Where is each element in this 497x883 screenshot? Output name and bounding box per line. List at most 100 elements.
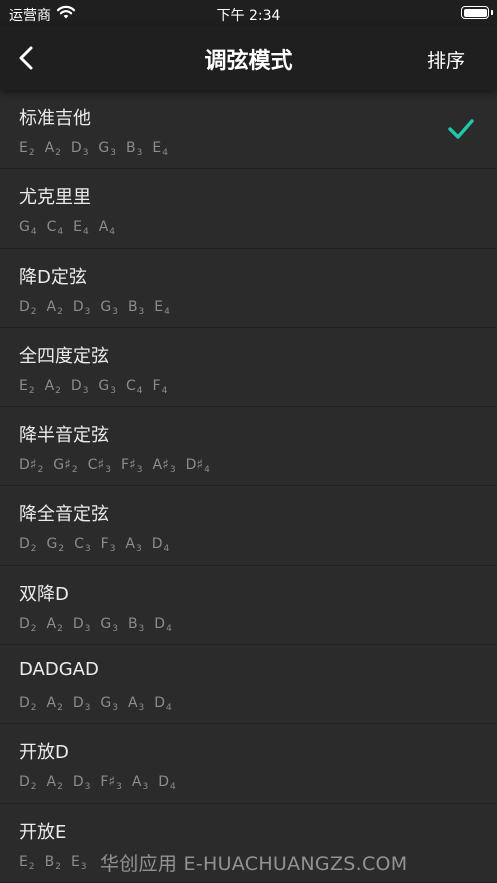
note-letter: D (19, 536, 30, 553)
tuning-item[interactable]: DADGAD D2 A2 D3 G3 A3 D4 (0, 645, 497, 725)
string-note: E3 (71, 854, 87, 872)
note-letter: A (125, 536, 135, 553)
navigation-bar: 调弦模式 排序 (0, 26, 497, 90)
string-note: D2 (19, 695, 37, 713)
note-letter: D (72, 615, 84, 632)
string-note: G3 (98, 140, 116, 158)
string-note: A♯3 (153, 457, 176, 475)
note-letter: D (70, 140, 82, 156)
string-note: D4 (154, 695, 172, 713)
note-octave: 3 (110, 385, 117, 396)
note-letter: A♯ (152, 457, 169, 474)
tuning-item[interactable]: 标准吉他 E2 A2 D3 G3 B3 E4 (0, 90, 497, 170)
note-letter: G (100, 695, 112, 712)
string-note: A2 (47, 774, 63, 792)
note-octave: 2 (71, 465, 78, 476)
note-letter: G (98, 377, 110, 394)
note-letter: F♯ (120, 457, 136, 474)
note-letter: E (19, 140, 28, 156)
string-note: D3 (73, 299, 91, 317)
note-octave: 3 (82, 148, 89, 158)
note-octave: 3 (116, 782, 122, 793)
tuning-item[interactable]: 降半音定弦 D♯2 G♯2 C♯3 F♯3 A♯3 D♯4 (0, 407, 497, 487)
note-octave: 4 (161, 385, 168, 396)
tuning-name: 标准吉他 (19, 108, 91, 129)
string-note: D4 (154, 616, 172, 634)
string-note: G3 (100, 299, 118, 317)
note-octave: 3 (112, 623, 118, 634)
status-bar: 运营商 下午 2:34 (0, 0, 497, 26)
note-letter: E (73, 219, 82, 236)
note-letter: G♯ (53, 457, 71, 474)
watermark: 华创应用 E-HUACHUANGZS.COM (100, 853, 408, 875)
note-letter: D (154, 615, 166, 632)
note-letter: D♯ (19, 457, 37, 474)
tuning-notes: D2 A2 D3 F♯3 A3 D4 (19, 774, 186, 792)
string-note: C4 (126, 378, 143, 396)
string-note: D4 (158, 774, 176, 792)
string-note: F♯3 (100, 774, 122, 792)
string-note: D3 (73, 695, 91, 713)
back-button[interactable] (8, 38, 48, 78)
battery-icon (461, 6, 493, 19)
tuning-name: 降D定弦 (19, 266, 87, 288)
note-octave: 4 (109, 227, 116, 238)
note-letter: B (127, 298, 138, 315)
note-letter: D (70, 377, 82, 394)
note-octave: 3 (109, 544, 116, 555)
note-letter: D (19, 774, 30, 791)
note-letter: G (98, 140, 110, 156)
note-octave: 3 (136, 544, 142, 555)
tuning-item[interactable]: 尤克里里 G4 C4 E4 A4 (0, 169, 497, 249)
string-note: E4 (152, 140, 168, 158)
note-octave: 2 (28, 861, 35, 872)
note-octave: 4 (166, 623, 172, 634)
note-letter: D (151, 536, 163, 553)
note-letter: G (100, 615, 112, 632)
note-octave: 3 (84, 623, 91, 634)
note-octave: 4 (82, 227, 89, 238)
tuning-name: 降半音定弦 (19, 425, 109, 447)
string-note: D2 (19, 616, 37, 634)
tuning-item[interactable]: 降D定弦 D2 A2 D3 G3 B3 E4 (0, 249, 497, 328)
note-octave: 3 (84, 544, 91, 555)
note-letter: A (46, 774, 57, 791)
note-letter: F (152, 377, 161, 394)
tuning-item[interactable]: 降全音定弦 D2 G2 C3 F3 A3 D4 (0, 486, 497, 566)
string-note: E2 (19, 854, 35, 872)
note-octave: 3 (142, 782, 149, 793)
string-note: D4 (152, 536, 170, 554)
string-note: C3 (74, 536, 91, 554)
tuning-item[interactable]: 全四度定弦 E2 A2 D3 G3 C4 F4 (0, 328, 497, 408)
note-letter: C (126, 377, 136, 394)
tuning-notes: D♯2 G♯2 C♯3 F♯3 A♯3 D♯4 (19, 457, 220, 475)
tuning-notes: E2 A2 D3 G3 B3 E4 (19, 140, 178, 158)
string-note: A3 (125, 536, 141, 554)
string-note: F3 (101, 536, 116, 554)
string-note: A2 (47, 695, 63, 713)
tuning-item[interactable]: 双降D D2 A2 D3 G3 B3 D4 (0, 566, 497, 646)
tuning-name: 全四度定弦 (19, 345, 109, 367)
note-octave: 2 (30, 544, 37, 555)
note-letter: D (158, 774, 169, 791)
note-letter: D (19, 298, 30, 315)
tuning-notes: D2 A2 D3 G3 B3 E4 (19, 299, 180, 317)
string-note: D3 (73, 616, 91, 634)
sort-button[interactable]: 排序 (427, 46, 465, 73)
note-octave: 2 (57, 703, 63, 714)
note-letter: G (19, 219, 30, 236)
note-octave: 4 (166, 703, 172, 714)
note-letter: E (19, 853, 28, 870)
note-octave: 3 (138, 306, 145, 317)
note-letter: A (44, 377, 55, 394)
note-octave: 2 (55, 385, 61, 396)
note-letter: D (154, 695, 166, 712)
string-note: B2 (45, 854, 61, 872)
tuning-item[interactable]: 开放D D2 A2 D3 F♯3 A3 D4 (0, 724, 497, 804)
string-note: E2 (19, 140, 35, 158)
string-note: G3 (100, 616, 118, 634)
note-octave: 4 (57, 227, 64, 238)
string-note: A4 (99, 219, 115, 237)
note-octave: 4 (204, 465, 210, 476)
note-octave: 3 (110, 148, 117, 158)
